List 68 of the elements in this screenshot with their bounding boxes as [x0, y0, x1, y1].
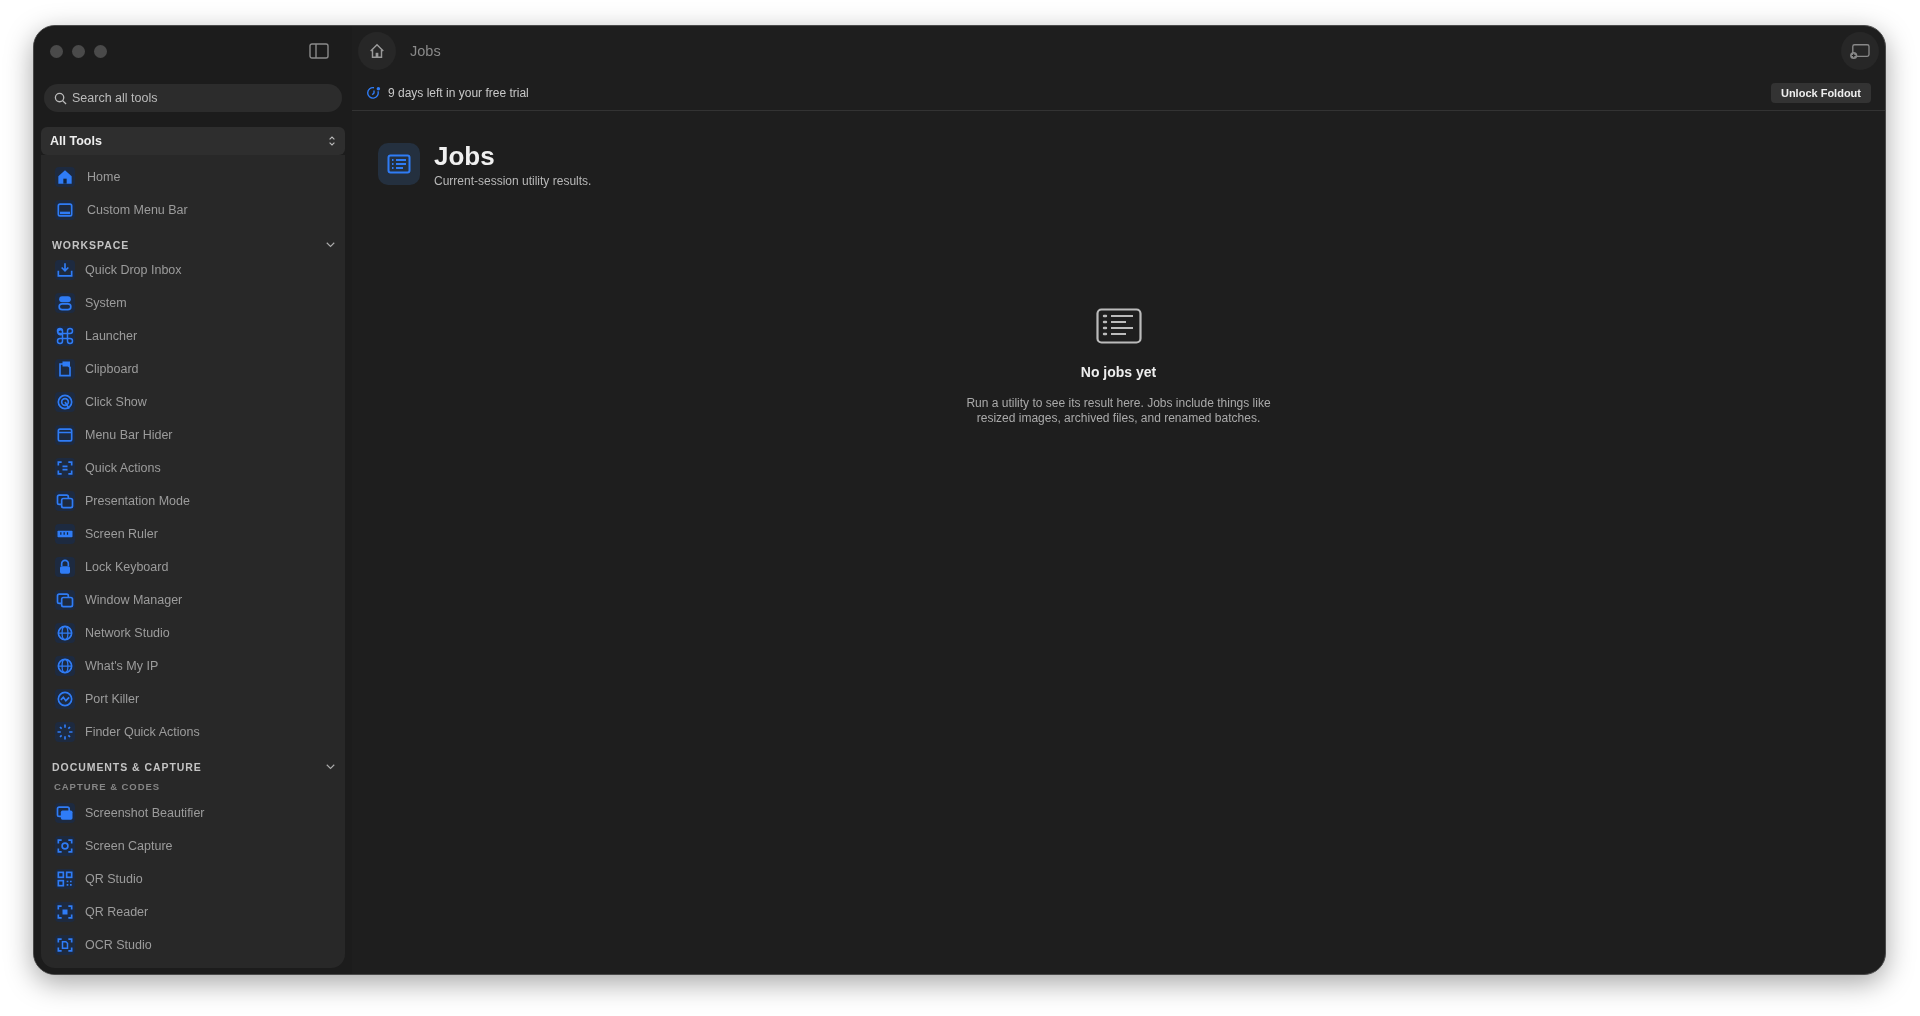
updown-chevron-icon: [328, 135, 336, 147]
sidebar-item[interactable]: Port Killer: [49, 682, 337, 715]
breadcrumb-title: Jobs: [410, 43, 441, 59]
gauge-icon: [55, 688, 75, 709]
sidebar-item[interactable]: QR Reader: [49, 895, 337, 928]
sidebar-item[interactable]: Screenshot Beautifier: [49, 796, 337, 829]
sidebar-item[interactable]: Finder Quick Actions: [49, 715, 337, 748]
sidebar-item[interactable]: Launcher: [49, 319, 337, 352]
sidebar-item[interactable]: Custom Menu Bar: [49, 193, 337, 226]
windows-icon: [55, 589, 75, 610]
sidebar-item[interactable]: System: [49, 286, 337, 319]
chevron-icon[interactable]: [326, 764, 335, 770]
capture-icon: [55, 835, 75, 856]
window-add-icon: [1849, 42, 1871, 60]
page-title: Jobs: [434, 141, 496, 171]
command-icon: [55, 325, 75, 346]
search-field[interactable]: Search all tools: [44, 84, 342, 112]
tray-icon: [55, 259, 75, 280]
ruler-icon: [55, 523, 75, 544]
sidebar-item[interactable]: What's My IP: [49, 649, 337, 682]
globe-icon: [55, 622, 75, 643]
scope-dropdown[interactable]: All Tools: [41, 127, 345, 155]
home-icon: [368, 42, 386, 60]
sidebar-item[interactable]: Screen Capture: [49, 829, 337, 862]
sidebar-item[interactable]: Lock Keyboard: [49, 550, 337, 583]
globe-icon: [55, 655, 75, 676]
group-header: CAPTURE & CODES: [53, 780, 162, 794]
scan-icon: [55, 457, 75, 478]
sidebar-item[interactable]: Home: [49, 160, 337, 193]
search-icon: [54, 92, 67, 105]
sidebar-item[interactable]: Menu Bar Hider: [49, 418, 337, 451]
scan-icon: [55, 901, 75, 922]
sidebar-item[interactable]: QR Studio: [49, 862, 337, 895]
sidebar-item[interactable]: Presentation Mode: [49, 484, 337, 517]
list-icon: [1095, 308, 1142, 344]
page-subtitle: Current-session utility results.: [434, 174, 592, 188]
home-button[interactable]: [358, 32, 396, 70]
empty-message: Run a utility to see its result here. Jobs include things like resized images, archived files, and renamed batches.: [965, 396, 1272, 426]
chevron-icon[interactable]: [326, 242, 335, 248]
windows-icon: [55, 490, 75, 511]
unlock-button[interactable]: Unlock Foldout: [1770, 83, 1871, 103]
jobs-list-icon: [378, 143, 420, 185]
section-header[interactable]: WORKSPACE: [52, 239, 130, 251]
sparkle-icon: [55, 721, 75, 742]
photos-icon: [55, 802, 75, 823]
sidebar-item[interactable]: Click Show: [49, 385, 337, 418]
trial-notice: 9 days left in your free trial: [388, 86, 529, 100]
document-icon: [55, 358, 75, 379]
home-icon: [55, 166, 75, 187]
sidebar-item[interactable]: OCR Studio: [49, 928, 337, 961]
sidebar-item[interactable]: Window Manager: [49, 583, 337, 616]
window-add-button[interactable]: [1841, 32, 1879, 70]
window-icon: [55, 424, 75, 445]
sidebar-item[interactable]: Quick Drop Inbox: [49, 253, 337, 286]
sidebar-item[interactable]: Clipboard: [49, 352, 337, 385]
sidebar-toggle-icon[interactable]: [309, 43, 329, 59]
empty-title: No jobs yet: [1080, 364, 1157, 380]
timer-icon: [367, 86, 381, 100]
target-icon: [55, 391, 75, 412]
sidebar-item[interactable]: Screen Ruler: [49, 517, 337, 550]
scan-icon: [55, 934, 75, 955]
sidebar-item[interactable]: Quick Actions: [49, 451, 337, 484]
qr-code-icon: [55, 868, 75, 889]
window-icon: [55, 199, 75, 220]
section-header[interactable]: DOCUMENTS & CAPTURE: [52, 761, 202, 773]
toggles-icon: [55, 292, 75, 313]
lock-icon: [55, 556, 75, 577]
sidebar-item[interactable]: Network Studio: [49, 616, 337, 649]
